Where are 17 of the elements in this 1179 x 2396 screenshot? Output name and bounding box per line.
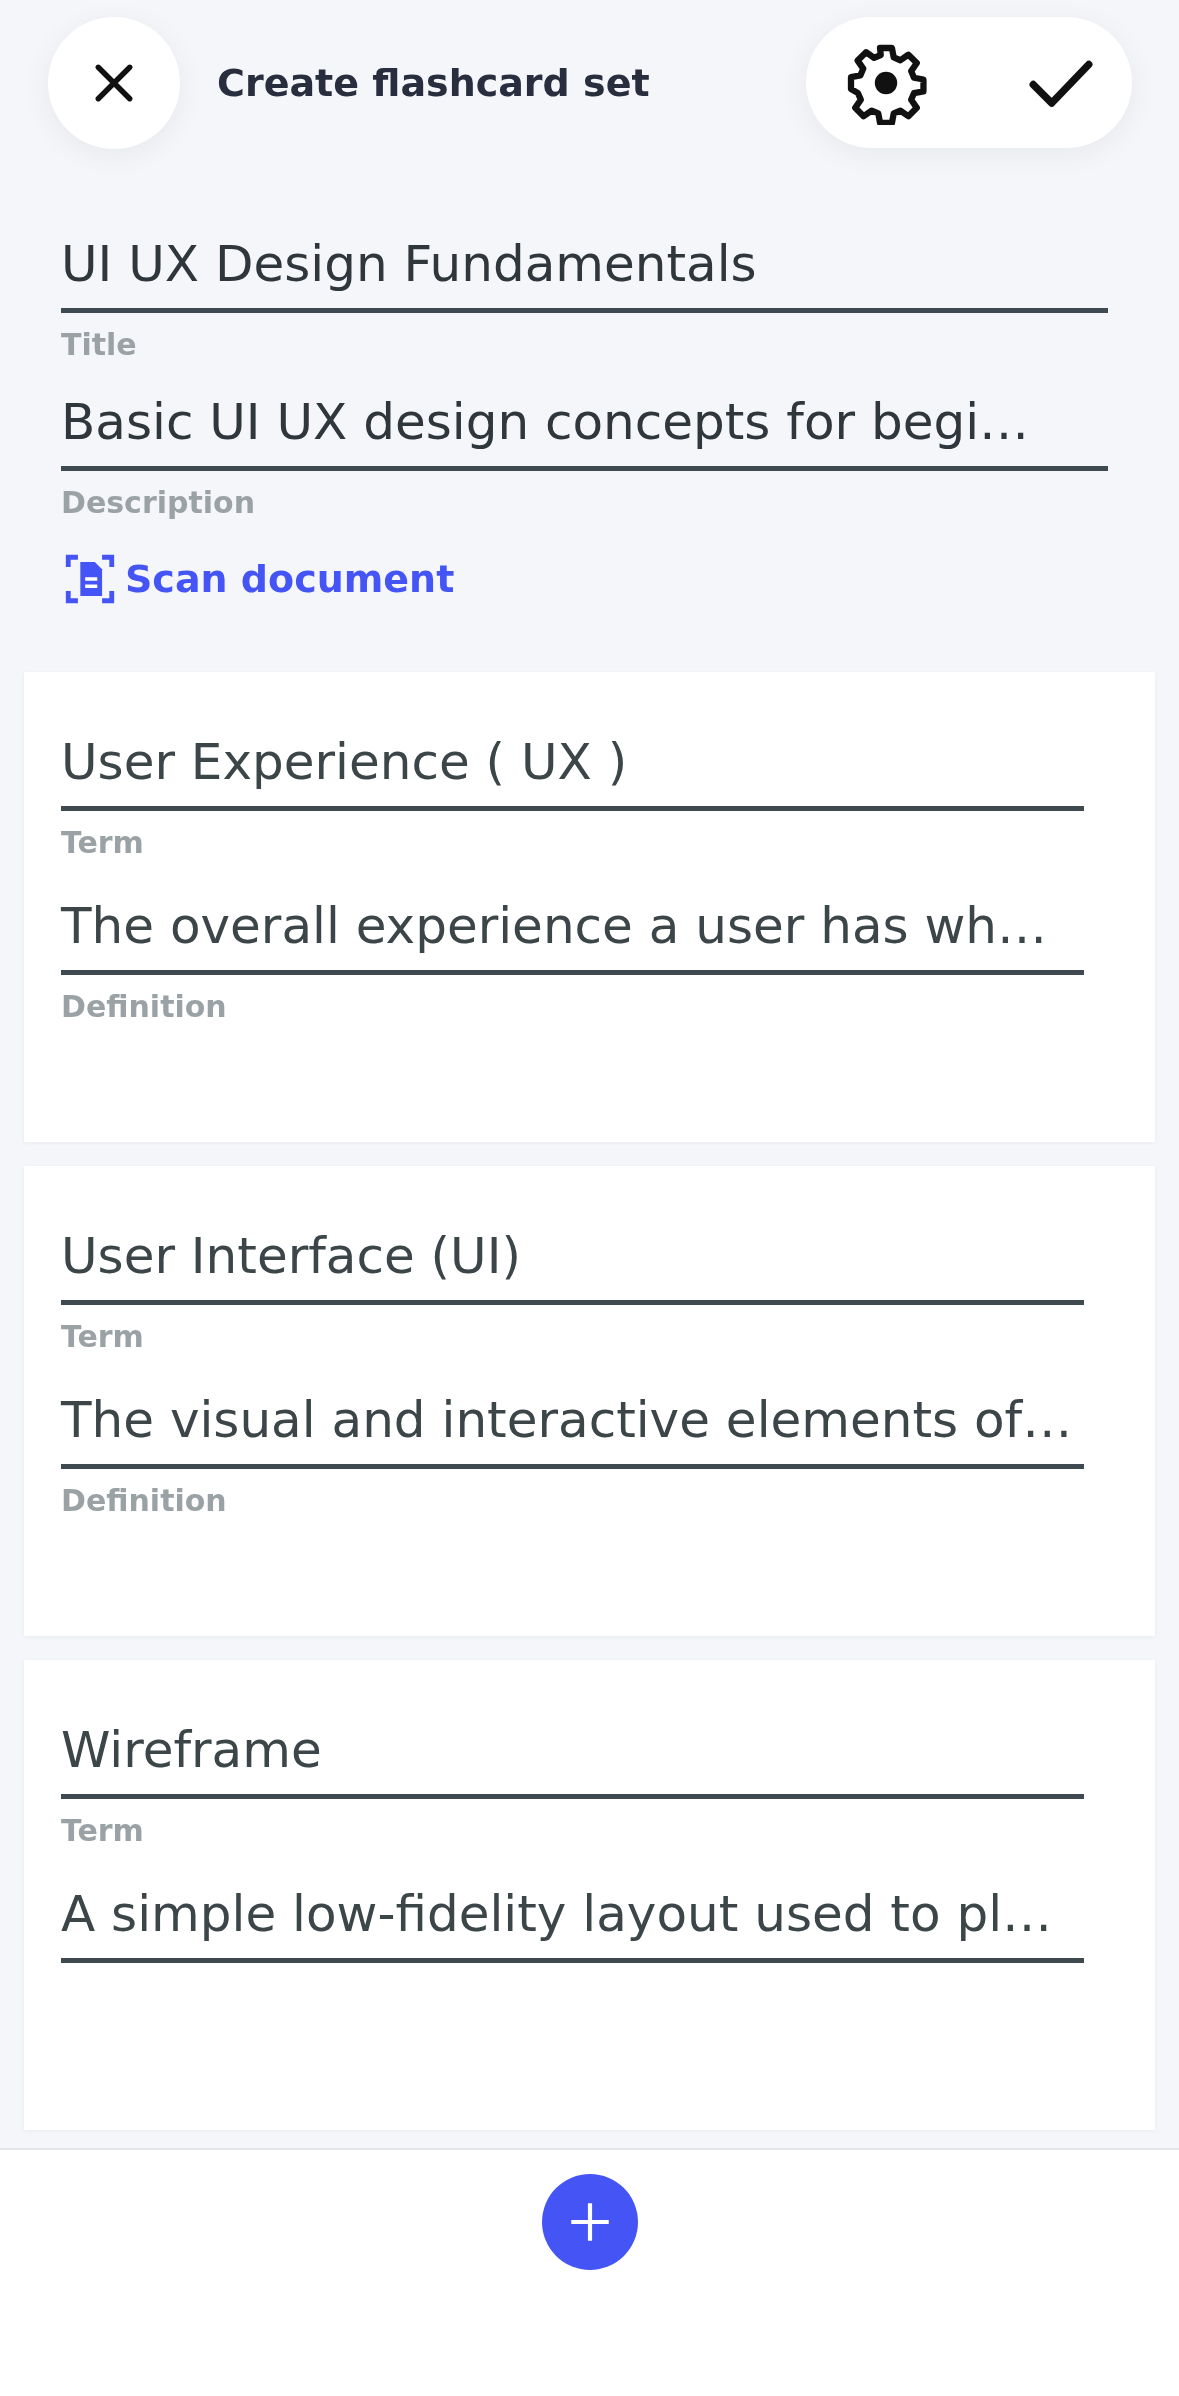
input-field[interactable]: The visual and interactive elements of… [61,1390,1084,1469]
input-field[interactable]: Wireframe [61,1720,1084,1799]
field-label: Definition [61,989,228,1024]
input-field[interactable]: User Experience ( UX ) [61,732,1084,811]
field-label: Term [61,1319,145,1354]
input-field[interactable]: User Interface (UI) [61,1226,1084,1305]
scan-document-link[interactable]: Scan document [61,550,455,608]
field-label: Description [61,485,257,520]
field-label: Term [61,825,145,860]
input-field[interactable]: UI UX Design Fundamentals [61,234,1108,313]
input-field[interactable]: The overall experience a user has wh… [61,896,1084,975]
input-field[interactable]: A simple low-fidelity layout used to pl… [61,1884,1084,1963]
field-label: Term [61,1813,145,1848]
field-label: Definition [61,1483,228,1518]
input-field[interactable]: Basic UI UX design concepts for begi… [61,392,1108,471]
field-label: Title [61,327,138,362]
screen-title: Create flashcard set [217,60,651,105]
